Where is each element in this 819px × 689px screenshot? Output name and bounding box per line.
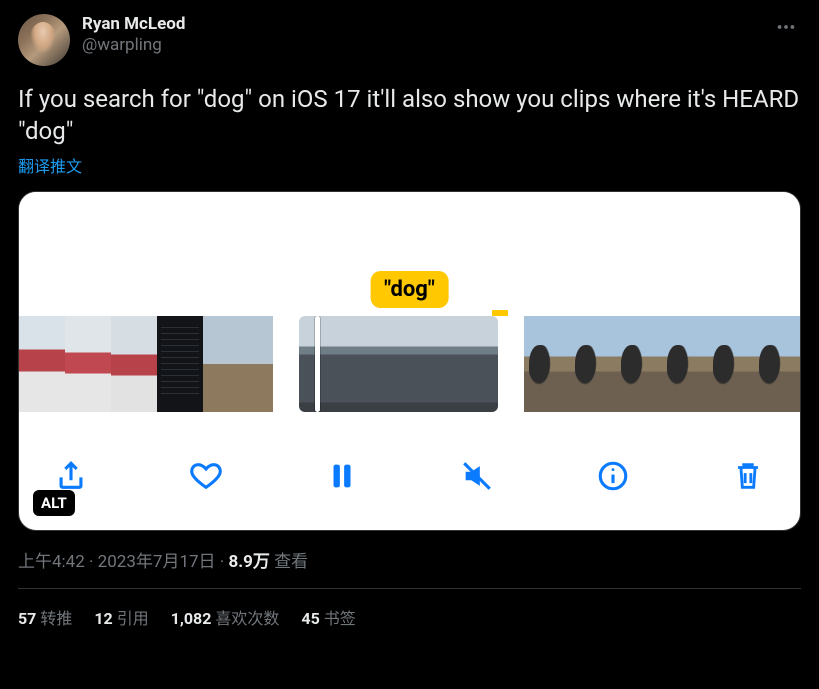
playhead[interactable] — [315, 316, 320, 412]
tweet-stats: 57转推 12引用 1,082喜欢次数 45书签 — [18, 605, 801, 641]
tweet: Ryan McLeod @warpling If you search for … — [0, 0, 819, 641]
time[interactable]: 上午4:42 — [18, 552, 85, 572]
avatar[interactable] — [18, 14, 70, 66]
author-names[interactable]: Ryan McLeod @warpling — [82, 14, 185, 55]
translate-link[interactable]: 翻译推文 — [18, 153, 801, 177]
ellipsis-icon — [775, 16, 797, 38]
alt-badge[interactable]: ALT — [33, 490, 75, 516]
retweets-stat[interactable]: 57转推 — [18, 605, 72, 629]
tweet-text: If you search for "dog" on iOS 17 it'll … — [18, 84, 801, 147]
pause-icon — [325, 459, 359, 493]
views-count: 8.9万 — [228, 552, 269, 572]
info-icon — [596, 459, 630, 493]
clip-thumbnail[interactable] — [299, 316, 498, 412]
media-toolbar — [19, 422, 800, 530]
like-button[interactable] — [182, 452, 230, 500]
display-name: Ryan McLeod — [82, 14, 185, 34]
speaker-muted-icon — [460, 459, 494, 493]
views-label: 查看 — [274, 552, 308, 572]
timeline-strip[interactable] — [19, 316, 800, 412]
caption-bubble: "dog" — [370, 271, 449, 308]
share-icon — [54, 459, 88, 493]
mute-button[interactable] — [453, 452, 501, 500]
clip-thumbnail[interactable] — [524, 316, 800, 412]
divider — [18, 588, 801, 589]
date[interactable]: 2023年7月17日 — [98, 552, 216, 572]
pause-button[interactable] — [318, 452, 366, 500]
bookmarks-stat[interactable]: 45书签 — [301, 605, 355, 629]
media-top: "dog" — [19, 192, 800, 316]
delete-button[interactable] — [724, 452, 772, 500]
heart-icon — [189, 459, 223, 493]
clip-thumbnail[interactable] — [19, 316, 273, 412]
tweet-meta: 上午4:42 · 2023年7月17日 · 8.9万 查看 — [18, 547, 801, 572]
likes-stat[interactable]: 1,082喜欢次数 — [171, 605, 280, 629]
trash-icon — [731, 459, 765, 493]
handle: @warpling — [82, 35, 185, 55]
quotes-stat[interactable]: 12引用 — [94, 605, 148, 629]
info-button[interactable] — [589, 452, 637, 500]
more-button[interactable] — [771, 14, 801, 40]
tweet-header: Ryan McLeod @warpling — [18, 14, 801, 66]
media-card[interactable]: "dog" — [18, 191, 801, 531]
